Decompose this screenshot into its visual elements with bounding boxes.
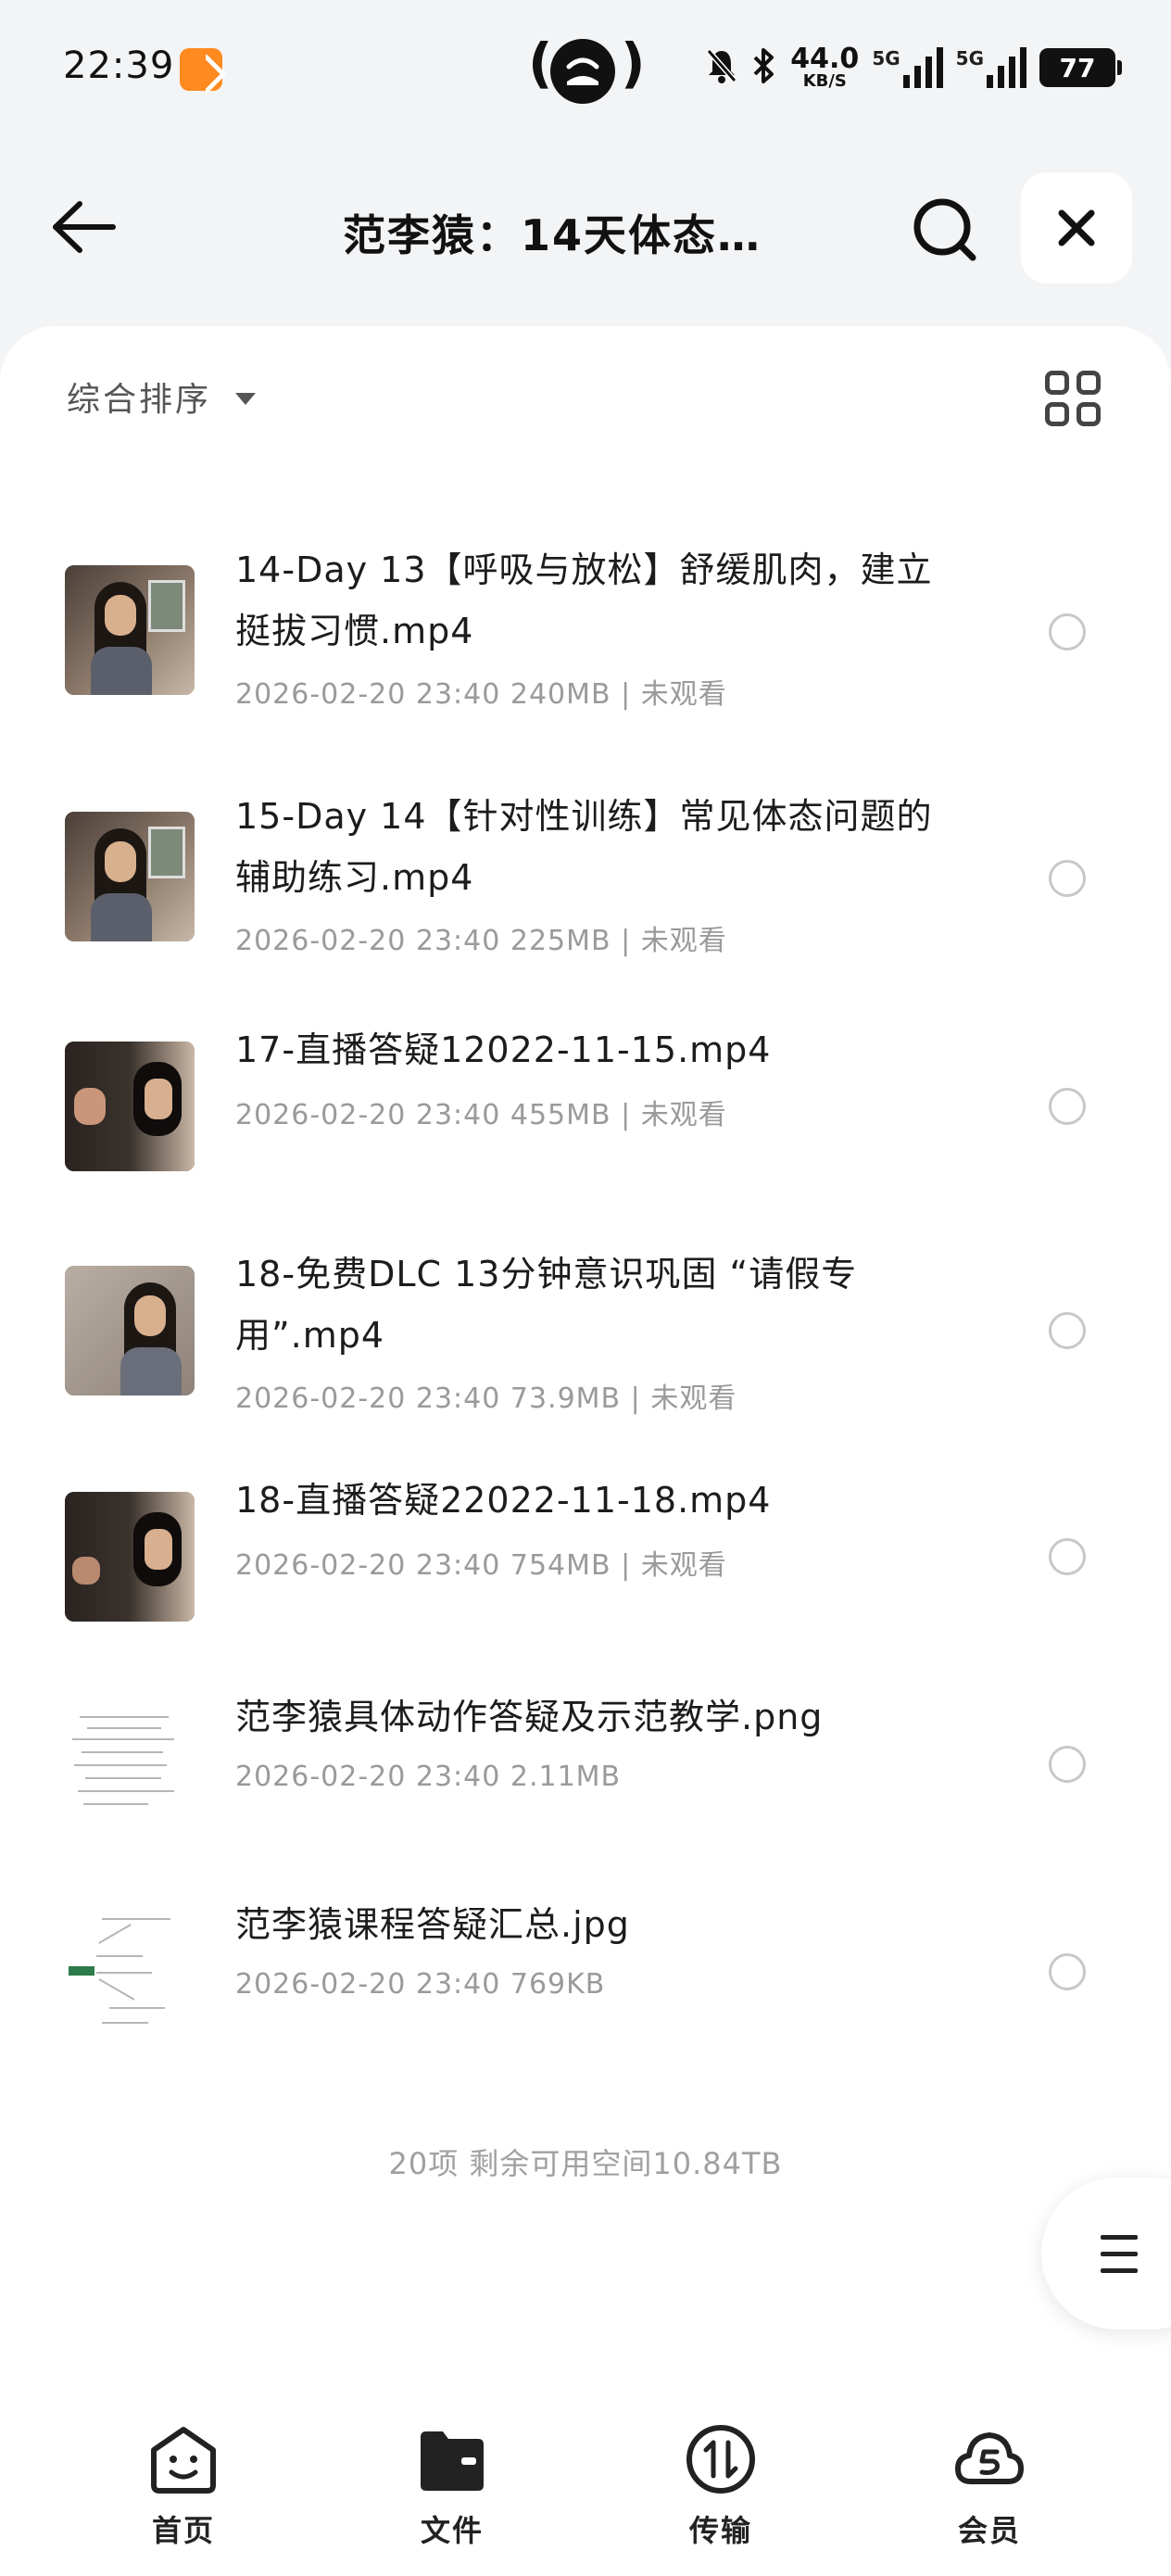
- tab-files[interactable]: 文件: [378, 2422, 526, 2561]
- file-row[interactable]: 14-Day 13【呼吸与放松】舒缓肌肉，建立挺拔习惯.mp4 2026-02-…: [0, 549, 1171, 734]
- sort-dropdown[interactable]: 综合排序: [67, 373, 257, 421]
- video-thumbnail: [65, 812, 195, 941]
- tab-home[interactable]: 首页: [109, 2422, 258, 2561]
- tab-home-label: 首页: [151, 2513, 215, 2548]
- tab-files-label: 文件: [420, 2513, 484, 2548]
- tab-vip-label: 会员: [957, 2513, 1021, 2548]
- file-meta: 2026-02-20 23:40 455MB | 未观看: [235, 1099, 727, 1131]
- file-name: 范李猿具体动作答疑及示范教学.png: [235, 1697, 824, 1737]
- file-name: 18-免费DLC 13分钟意识巩固 “请假专用”.mp4: [235, 1254, 858, 1356]
- file-panel: 综合排序 14-Day 13【呼吸与放松】舒缓肌肉，建立挺拔习惯.mp4 202…: [0, 326, 1171, 2576]
- video-thumbnail: [65, 1042, 195, 1171]
- storage-summary: 20项 剩余可用空间10.84TB: [388, 2146, 783, 2181]
- search-icon: [913, 198, 976, 261]
- signal-sim1: 5G: [872, 47, 943, 88]
- network-speed: 44.0 KB/S: [790, 43, 860, 91]
- file-row[interactable]: 范李猿课程答疑汇总.jpg 2026-02-20 23:40 769KB: [0, 1904, 1171, 2055]
- page-header: 范李猿：14天体态…: [0, 167, 1171, 287]
- file-meta: 2026-02-20 23:40 769KB: [235, 1968, 606, 2001]
- battery-indicator: 77: [1039, 48, 1122, 87]
- select-radio[interactable]: [1049, 1953, 1086, 1990]
- file-meta: 2026-02-20 23:40 225MB | 未观看: [235, 925, 727, 957]
- file-name: 18-直播答疑22022-11-18.mp4: [235, 1480, 772, 1521]
- home-face-icon: [151, 2427, 216, 2494]
- file-row[interactable]: 17-直播答疑12022-11-15.mp4 2026-02-20 23:40 …: [0, 1029, 1171, 1190]
- select-radio[interactable]: [1049, 1088, 1086, 1125]
- image-thumbnail: [65, 1699, 195, 1829]
- close-button[interactable]: [1021, 172, 1132, 284]
- file-row[interactable]: 15-Day 14【针对性训练】常见体态问题的辅助练习.mp4 2026-02-…: [0, 795, 1171, 980]
- file-name: 17-直播答疑12022-11-15.mp4: [235, 1029, 772, 1070]
- arrow-left-icon: [53, 201, 116, 253]
- search-button[interactable]: [908, 193, 982, 267]
- hotspot-indicator: ( ): [528, 32, 646, 106]
- signal-sim2: 5G: [956, 47, 1026, 88]
- status-bar: 22:39 ( ) 44.0 KB/S 5G 5G 77: [0, 0, 1171, 139]
- video-thumbnail: [65, 1492, 195, 1622]
- file-meta: 2026-02-20 23:40 754MB | 未观看: [235, 1549, 727, 1582]
- page-title: 范李猿：14天体态…: [343, 210, 762, 260]
- bluetooth-icon: [751, 46, 777, 89]
- select-radio[interactable]: [1049, 1538, 1086, 1575]
- select-radio[interactable]: [1049, 1746, 1086, 1783]
- file-row[interactable]: 18-免费DLC 13分钟意识巩固 “请假专用”.mp4 2026-02-20 …: [0, 1254, 1171, 1451]
- menu-icon: [1101, 2235, 1138, 2240]
- tab-transfer-label: 传输: [688, 2513, 752, 2548]
- mute-icon: [705, 47, 738, 88]
- select-radio[interactable]: [1049, 1312, 1086, 1349]
- grid-view-icon: [1045, 371, 1069, 395]
- folder-icon: [421, 2431, 484, 2491]
- close-icon: [1058, 209, 1095, 246]
- file-meta: 2026-02-20 23:40 2.11MB: [235, 1761, 622, 1793]
- file-row[interactable]: 18-直播答疑22022-11-18.mp4 2026-02-20 23:40 …: [0, 1480, 1171, 1640]
- select-radio[interactable]: [1049, 613, 1086, 650]
- hotspot-icon: [550, 39, 615, 104]
- transfer-icon: [686, 2425, 755, 2494]
- file-meta: 2026-02-20 23:40 240MB | 未观看: [235, 678, 727, 711]
- file-meta: 2026-02-20 23:40 73.9MB | 未观看: [235, 1383, 737, 1415]
- bottom-tab-bar: 首页 文件 传输 会员: [0, 2391, 1171, 2576]
- caret-down-icon: [235, 392, 257, 405]
- tab-transfer[interactable]: 传输: [647, 2422, 795, 2561]
- status-icons: 44.0 KB/S 5G 5G 77: [705, 35, 1122, 100]
- grid-view-button[interactable]: [1045, 371, 1101, 426]
- sort-label: 综合排序: [67, 381, 212, 419]
- status-time: 22:39: [63, 44, 175, 87]
- select-radio[interactable]: [1049, 860, 1086, 897]
- file-row[interactable]: 范李猿具体动作答疑及示范教学.png 2026-02-20 23:40 2.11…: [0, 1697, 1171, 1848]
- video-thumbnail: [65, 565, 195, 695]
- vip-cloud-icon: [955, 2432, 1024, 2484]
- app-notification-icon: [180, 48, 222, 91]
- file-name: 14-Day 13【呼吸与放松】舒缓肌肉，建立挺拔习惯.mp4: [235, 549, 933, 651]
- tab-vip[interactable]: 会员: [915, 2422, 1064, 2561]
- file-name: 15-Day 14【针对性训练】常见体态问题的辅助练习.mp4: [235, 796, 933, 898]
- file-name: 范李猿课程答疑汇总.jpg: [235, 1904, 630, 1945]
- video-thumbnail: [65, 1266, 195, 1395]
- back-button[interactable]: [46, 195, 130, 259]
- image-thumbnail: [65, 1907, 195, 2037]
